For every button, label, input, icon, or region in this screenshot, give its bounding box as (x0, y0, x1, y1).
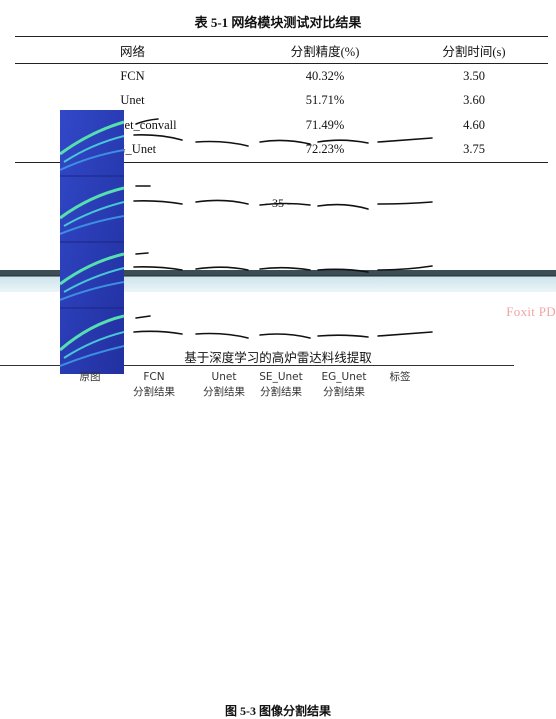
table-caption: 表 5-1 网络模块测试对比结果 (194, 15, 362, 30)
figure-caption: 图 5-3 图像分割结果 (225, 704, 331, 718)
figure-label-fcn: FCN 分割结果 (133, 371, 175, 398)
label-results (377, 137, 433, 337)
cell-accuracy: 40.32% (305, 68, 345, 83)
header-accuracy: 分割精度(%) (290, 44, 360, 59)
eg-unet-results (317, 139, 369, 338)
table-row: FCN 40.32% 3.50 (15, 64, 548, 89)
radar-image-strip (59, 110, 125, 374)
unet-results (195, 140, 249, 339)
segmentation-figure (59, 110, 440, 374)
table-header-row: 网络 分割精度(%) 分割时间(s) (15, 36, 548, 64)
segmentation-results-grid (133, 118, 433, 339)
se-unet-results (259, 139, 311, 339)
header-time: 分割时间(s) (442, 44, 506, 59)
fcn-results (133, 118, 183, 335)
original-radar-images (59, 110, 125, 374)
figure-label-ground-truth: 标签 (389, 371, 411, 383)
cell-time: 3.50 (463, 68, 485, 83)
watermark: Foxit PD (506, 304, 556, 319)
cell-network: FCN (120, 68, 145, 83)
header-network: 网络 (119, 44, 145, 59)
